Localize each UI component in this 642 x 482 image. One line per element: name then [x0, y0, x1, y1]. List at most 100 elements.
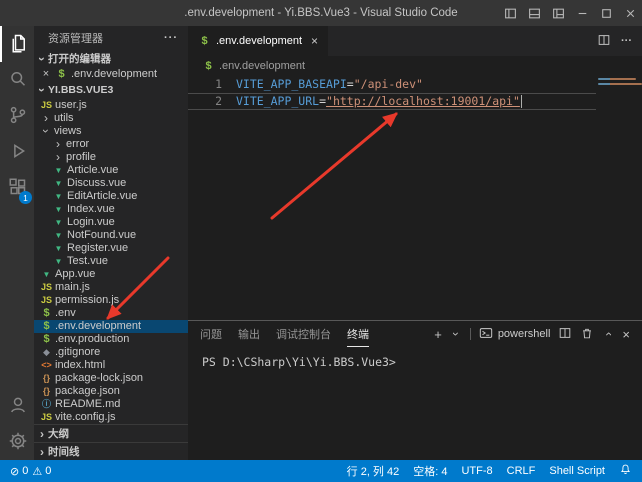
tree-item-label: Test.vue: [67, 255, 108, 268]
tab-env-development[interactable]: $ .env.development ×: [188, 26, 328, 56]
activity-explorer[interactable]: [0, 26, 34, 62]
tree-file-Discuss.vue[interactable]: ▼Discuss.vue: [34, 177, 188, 190]
close-window-icon[interactable]: [618, 0, 642, 26]
tree-file-Index.vue[interactable]: ▼Index.vue: [34, 203, 188, 216]
tree-file-EditArticle.vue[interactable]: ▼EditArticle.vue: [34, 190, 188, 203]
kill-terminal-icon[interactable]: [580, 326, 594, 343]
more-actions-icon[interactable]: ···: [164, 32, 178, 44]
tree-file-Test.vue[interactable]: ▼Test.vue: [34, 255, 188, 268]
open-editors-section[interactable]: › 打开的编辑器: [34, 50, 188, 68]
title-bar: .env.development - Yi.BBS.Vue3 - Visual …: [0, 0, 642, 26]
activity-accounts[interactable]: [0, 388, 34, 424]
code-token: VITE_APP_URL: [236, 94, 319, 108]
tree-file-NotFound.vue[interactable]: ▼NotFound.vue: [34, 229, 188, 242]
maximize-icon[interactable]: [594, 0, 618, 26]
tree-file-Article.vue[interactable]: ▼Article.vue: [34, 164, 188, 177]
customize-layout-icon[interactable]: [546, 0, 570, 26]
panel-tab-终端[interactable]: 终端: [347, 321, 369, 347]
panel-tab-问题[interactable]: 问题: [200, 321, 222, 347]
tree-file-package.json[interactable]: {}package.json: [34, 385, 188, 398]
tree-file-README.md[interactable]: ⓘREADME.md: [34, 398, 188, 411]
tree-item-label: .env.development: [55, 320, 141, 333]
code-token: "/api-dev": [354, 77, 423, 91]
panel-actions: + › powershell: [434, 321, 630, 347]
code-line-2[interactable]: 2VITE_APP_URL="http://localhost:19001/ap…: [188, 93, 596, 110]
window-controls: [498, 0, 642, 26]
split-terminal-icon[interactable]: [558, 326, 572, 343]
project-section[interactable]: › YI.BBS.VUE3: [34, 81, 188, 99]
tree-folder-utils[interactable]: ›utils: [34, 112, 188, 125]
close-panel-icon[interactable]: ×: [622, 327, 630, 342]
maximize-panel-icon[interactable]: ›: [602, 328, 614, 340]
notifications-bell-icon[interactable]: [619, 463, 632, 479]
minimize-icon[interactable]: [570, 0, 594, 26]
terminal-dropdown-icon[interactable]: ›: [450, 328, 462, 340]
status-bar-right: 行 2, 列 42 空格: 4 UTF-8 CRLF Shell Script: [347, 463, 632, 479]
panel-tab-输出[interactable]: 输出: [238, 321, 260, 347]
tree-item-label: permission.js: [55, 294, 119, 307]
tree-folder-views[interactable]: ›views: [34, 125, 188, 138]
more-actions-icon[interactable]: ···: [621, 35, 632, 47]
activity-extensions[interactable]: 1: [0, 170, 34, 206]
tree-file-package-lock.json[interactable]: {}package-lock.json: [34, 372, 188, 385]
toggle-panel-icon[interactable]: [522, 0, 546, 26]
minimap[interactable]: [596, 76, 642, 320]
search-icon: [8, 69, 28, 92]
outline-label: 大纲: [48, 426, 69, 441]
editor-tab-bar: $ .env.development × ···: [188, 26, 642, 56]
tree-file-.env.production[interactable]: $.env.production: [34, 333, 188, 346]
close-tab-icon[interactable]: ×: [311, 34, 318, 48]
problems-status[interactable]: ⊘ 0 ⚠ 0: [10, 465, 51, 478]
tree-file-.env[interactable]: $.env: [34, 307, 188, 320]
tree-file-vite.config.js[interactable]: JSvite.config.js: [34, 411, 188, 424]
code-token: =: [347, 77, 354, 91]
tree-file-.gitignore[interactable]: ◆.gitignore: [34, 346, 188, 359]
code-line-1[interactable]: 1VITE_APP_BASEAPI="/api-dev": [188, 76, 596, 93]
tree-item-label: Register.vue: [67, 242, 128, 255]
tree-folder-error[interactable]: ›error: [34, 138, 188, 151]
tree-file-user.js[interactable]: JSuser.js: [34, 99, 188, 112]
panel-tab-调试控制台[interactable]: 调试控制台: [276, 321, 331, 347]
tree-file-Register.vue[interactable]: ▼Register.vue: [34, 242, 188, 255]
toggle-sidebar-icon[interactable]: [498, 0, 522, 26]
explorer-title: 资源管理器: [48, 30, 103, 46]
status-cursor-position[interactable]: 行 2, 列 42: [347, 463, 400, 479]
activity-search[interactable]: [0, 62, 34, 98]
js-icon: JS: [40, 99, 53, 112]
tree-file-.env.development[interactable]: $.env.development: [34, 320, 188, 333]
terminal[interactable]: PS D:\CSharp\Yi\Yi.BBS.Vue3>: [188, 347, 642, 377]
tree-folder-profile[interactable]: ›profile: [34, 151, 188, 164]
activity-run-debug[interactable]: [0, 134, 34, 170]
timeline-section[interactable]: › 时间线: [34, 442, 188, 460]
chevron-down-icon: ›: [36, 84, 48, 96]
status-eol[interactable]: CRLF: [507, 465, 536, 477]
terminal-shell-selector[interactable]: powershell: [479, 326, 551, 343]
status-indentation[interactable]: 空格: 4: [413, 463, 447, 479]
status-encoding[interactable]: UTF-8: [461, 465, 492, 477]
outline-section[interactable]: › 大纲: [34, 424, 188, 442]
tree-item-label: App.vue: [55, 268, 95, 281]
tree-file-main.js[interactable]: JSmain.js: [34, 281, 188, 294]
breadcrumb[interactable]: $ .env.development: [188, 56, 642, 76]
tree-file-permission.js[interactable]: JSpermission.js: [34, 294, 188, 307]
open-editors-label: 打开的编辑器: [48, 51, 111, 66]
open-editor-item[interactable]: × $ .env.development: [34, 67, 188, 81]
tree-file-Login.vue[interactable]: ▼Login.vue: [34, 216, 188, 229]
tree-file-index.html[interactable]: <>index.html: [34, 359, 188, 372]
terminal-prompt: PS D:\CSharp\Yi\Yi.BBS.Vue3>: [202, 355, 396, 369]
vue-icon: ▼: [52, 255, 65, 268]
code-editor[interactable]: 1VITE_APP_BASEAPI="/api-dev"2VITE_APP_UR…: [188, 76, 642, 320]
editor-actions: ···: [597, 26, 642, 56]
activity-source-control[interactable]: [0, 98, 34, 134]
tree-file-App.vue[interactable]: ▼App.vue: [34, 268, 188, 281]
breadcrumb-item[interactable]: .env.development: [219, 60, 305, 72]
tree-item-label: .gitignore: [55, 346, 100, 359]
tree-item-label: main.js: [55, 281, 90, 294]
split-editor-icon[interactable]: [597, 33, 611, 50]
new-terminal-icon[interactable]: +: [434, 328, 442, 341]
status-language-mode[interactable]: Shell Script: [549, 465, 605, 477]
activity-settings[interactable]: [0, 424, 34, 460]
tree-item-label: Login.vue: [67, 216, 115, 229]
close-editor-icon[interactable]: ×: [40, 68, 52, 80]
env-icon: $: [40, 333, 53, 346]
